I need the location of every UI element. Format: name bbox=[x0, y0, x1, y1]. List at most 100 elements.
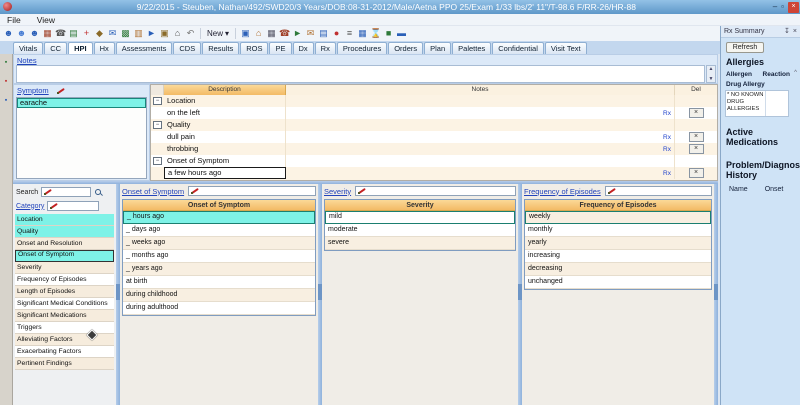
severity-link[interactable]: Severity bbox=[324, 187, 351, 196]
notes-textarea[interactable] bbox=[16, 65, 705, 83]
category-item-triggers[interactable]: Triggers bbox=[15, 322, 114, 334]
category-item-quality[interactable]: Quality bbox=[15, 226, 114, 238]
scroll-down-icon[interactable]: ▼ bbox=[709, 76, 714, 82]
chart-icon[interactable]: ▤ bbox=[68, 27, 79, 40]
save-icon[interactable]: ▣ bbox=[240, 27, 251, 40]
category-item-frequency-of-episodes[interactable]: Frequency of Episodes bbox=[15, 274, 114, 286]
appointments-icon[interactable]: ▦ bbox=[42, 27, 53, 40]
pin-icon[interactable]: ↧ bbox=[784, 28, 790, 36]
collapsed-side-strip[interactable]: ▪ ▪ ▪ bbox=[0, 54, 13, 405]
search-input[interactable] bbox=[41, 187, 91, 197]
list-item-years-ago[interactable]: _ years ago bbox=[123, 263, 315, 276]
list-item-increasing[interactable]: increasing bbox=[525, 250, 711, 263]
scroll-up-icon[interactable]: ▲ bbox=[709, 66, 714, 72]
search-icon[interactable] bbox=[94, 188, 103, 197]
printer-icon[interactable]: ▬ bbox=[396, 27, 407, 40]
list-item-decreasing[interactable]: decreasing bbox=[525, 263, 711, 276]
fax-icon[interactable]: ☎ bbox=[279, 27, 290, 40]
tab-plan[interactable]: Plan bbox=[424, 42, 451, 54]
edit-pencil-icon[interactable] bbox=[358, 187, 367, 195]
undo-icon[interactable]: ↶ bbox=[185, 27, 196, 40]
table-row-dull-pain[interactable]: dull pain Rx × bbox=[151, 131, 717, 143]
category-item-onset-of-symptom[interactable]: Onset of Symptom bbox=[15, 250, 114, 262]
symptom-link[interactable]: Symptom bbox=[17, 86, 49, 95]
delete-row-button[interactable]: × bbox=[689, 108, 704, 118]
history-icon[interactable]: ⌛ bbox=[370, 27, 381, 40]
flag-icon[interactable]: ► bbox=[292, 27, 303, 40]
print-icon[interactable]: ▦ bbox=[266, 27, 277, 40]
tab-results[interactable]: Results bbox=[202, 42, 239, 54]
rx-link[interactable]: Rx bbox=[663, 134, 671, 141]
list-item-severe[interactable]: severe bbox=[325, 237, 515, 250]
tab-orders[interactable]: Orders bbox=[388, 42, 423, 54]
edit-pencil-icon[interactable] bbox=[191, 187, 200, 195]
tab-rx[interactable]: Rx bbox=[315, 42, 336, 54]
tab-procedures[interactable]: Procedures bbox=[337, 42, 387, 54]
tab-confidential[interactable]: Confidential bbox=[492, 42, 544, 54]
rx-link[interactable]: Rx bbox=[663, 110, 671, 117]
category-link[interactable]: Category bbox=[16, 203, 44, 210]
vertical-splitter[interactable] bbox=[714, 184, 718, 405]
maximize-button[interactable]: ▫ bbox=[781, 2, 784, 12]
patient-add-icon[interactable]: ☻ bbox=[16, 27, 27, 40]
calendar-icon[interactable]: ▦ bbox=[357, 27, 368, 40]
collapsed-notes-icon[interactable]: ▪ bbox=[5, 78, 7, 85]
messages-icon[interactable]: ✉ bbox=[107, 27, 118, 40]
phone-icon[interactable]: ☎ bbox=[55, 27, 66, 40]
edit-pencil-icon[interactable] bbox=[50, 202, 59, 210]
list-item-mild[interactable]: mild bbox=[325, 211, 515, 224]
minimize-button[interactable]: – bbox=[773, 2, 777, 12]
referrals-icon[interactable]: ► bbox=[146, 27, 157, 40]
collapsed-chart-icon[interactable]: ▪ bbox=[5, 59, 7, 66]
symptom-item-earache[interactable]: earache bbox=[17, 98, 146, 108]
list-item-unchanged[interactable]: unchanged bbox=[525, 276, 711, 289]
alerts-icon[interactable]: ● bbox=[331, 27, 342, 40]
list-item-at-birth[interactable]: at birth bbox=[123, 276, 315, 289]
tasks-icon[interactable]: ≡ bbox=[344, 27, 355, 40]
list-item-weekly[interactable]: weekly bbox=[525, 211, 711, 224]
new-dropdown-button[interactable]: New ▾ bbox=[207, 29, 229, 38]
onset-input[interactable] bbox=[188, 186, 316, 196]
list-item-weeks-ago[interactable]: _ weeks ago bbox=[123, 237, 315, 250]
table-row-on-the-left[interactable]: on the left Rx × bbox=[151, 107, 717, 119]
editing-cell[interactable]: a few hours ago bbox=[164, 167, 286, 179]
category-item-onset-and-resolution[interactable]: Onset and Resolution bbox=[15, 238, 114, 250]
images-icon[interactable]: ▩ bbox=[120, 27, 131, 40]
category-item-exacerbating-factors[interactable]: Exacerbating Factors bbox=[15, 346, 114, 358]
scroll-caret-icon[interactable]: ^ bbox=[794, 70, 797, 76]
menu-view[interactable]: View bbox=[37, 15, 55, 25]
category-item-significant-medications[interactable]: Significant Medications bbox=[15, 310, 114, 322]
table-row-a-few-hours-ago[interactable]: a few hours ago Rx × bbox=[151, 167, 717, 179]
panel-close-icon[interactable]: × bbox=[793, 28, 797, 36]
rx-link[interactable]: Rx bbox=[663, 146, 671, 153]
folder-icon[interactable]: ⌂ bbox=[253, 27, 264, 40]
edit-pencil-icon[interactable] bbox=[44, 188, 53, 196]
tab-hpi[interactable]: HPI bbox=[68, 42, 93, 54]
category-item-location[interactable]: Location bbox=[15, 214, 114, 226]
tab-pe[interactable]: PE bbox=[269, 42, 291, 54]
collapse-icon[interactable]: − bbox=[153, 121, 162, 129]
list-item-hours-ago[interactable]: _ hours ago bbox=[123, 211, 315, 224]
edit-pencil-icon[interactable] bbox=[57, 87, 66, 95]
patient-search-icon[interactable]: ☻ bbox=[29, 27, 40, 40]
tab-ros[interactable]: ROS bbox=[240, 42, 268, 54]
labs-icon[interactable]: ◆ bbox=[94, 27, 105, 40]
category-item-severity[interactable]: Severity bbox=[15, 262, 114, 274]
mail-icon[interactable]: ✉ bbox=[305, 27, 316, 40]
refresh-button[interactable]: Refresh bbox=[726, 42, 764, 53]
collapsed-panel-icon[interactable]: ▪ bbox=[5, 97, 7, 104]
tab-dx[interactable]: Dx bbox=[293, 42, 314, 54]
tab-cc[interactable]: CC bbox=[44, 42, 67, 54]
category-item-alleviating-factors[interactable]: Alleviating Factors bbox=[15, 334, 114, 346]
tab-vitals[interactable]: Vitals bbox=[13, 42, 43, 54]
settings-icon[interactable]: ■ bbox=[383, 27, 394, 40]
medications-icon[interactable]: + bbox=[81, 27, 92, 40]
delete-row-button[interactable]: × bbox=[689, 168, 704, 178]
notes-scrollbar[interactable]: ▲ ▼ bbox=[706, 65, 716, 83]
delete-row-button[interactable]: × bbox=[689, 144, 704, 154]
tab-visit-text[interactable]: Visit Text bbox=[545, 42, 587, 54]
collapse-icon[interactable]: − bbox=[153, 97, 162, 105]
home-icon[interactable]: ⌂ bbox=[172, 27, 183, 40]
list-item-monthly[interactable]: monthly bbox=[525, 224, 711, 237]
edit-pencil-icon[interactable] bbox=[608, 187, 617, 195]
